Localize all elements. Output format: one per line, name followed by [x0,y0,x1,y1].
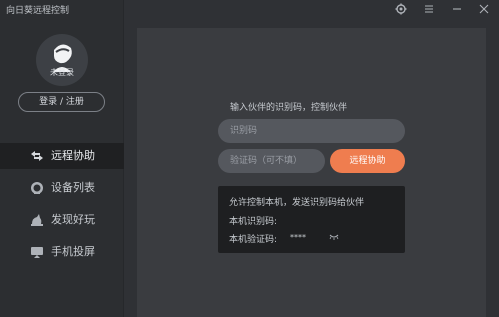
partner-id-prompt: 输入伙伴的识别码，控制伙伴 [230,103,348,113]
avatar-label: 未登录 [50,68,74,77]
settings-button[interactable] [394,2,408,16]
remote-assist-panel: 输入伙伴的识别码，控制伙伴 识别码 验证码（可不填） 远程协助 允许控制本机，发… [137,28,486,317]
minimize-button[interactable] [450,2,464,16]
avatar[interactable]: 未登录 [36,34,88,86]
sidebar-item-label: 设备列表 [51,181,95,194]
remote-assist-icon [31,151,43,161]
discover-icon [31,214,43,226]
sidebar-item-label: 发现好玩 [51,213,95,226]
sidebar-item-device-list[interactable]: 设备列表 [0,175,124,201]
local-id-label: 本机识别码: [229,217,278,227]
app-title: 向日葵远程控制 [6,6,70,16]
verification-code-input[interactable]: 验证码（可不填） [218,149,325,173]
sidebar-item-screen-cast[interactable]: 手机投屏 [0,239,124,265]
menu-icon [425,5,433,13]
local-code-value: **** [290,233,306,242]
remote-assist-button[interactable]: 远程协助 [330,149,405,173]
close-icon [479,4,489,14]
device-list-icon [31,182,43,194]
screen-cast-icon [31,247,43,258]
local-code-label: 本机验证码: [229,235,278,245]
sidebar-item-remote-assist[interactable]: 远程协助 [0,143,124,169]
sidebar: 向日葵远程控制 未登录 登录 / 注册 远程协助 设备列表 发现好玩 手机投屏 [0,0,124,317]
sidebar-item-label: 手机投屏 [51,245,95,258]
partner-id-input[interactable]: 识别码 [218,119,405,143]
minimize-icon [453,8,461,10]
sidebar-item-label: 远程协助 [51,149,95,162]
login-register-button[interactable]: 登录 / 注册 [18,92,105,112]
sidebar-item-discover[interactable]: 发现好玩 [0,207,124,233]
user-avatar-icon [53,44,72,72]
eye-closed-icon[interactable] [329,233,339,241]
menu-button[interactable] [422,2,436,16]
close-button[interactable] [477,2,491,16]
app-window: 向日葵远程控制 未登录 登录 / 注册 远程协助 设备列表 发现好玩 手机投屏 … [0,0,499,317]
local-info-box: 允许控制本机，发送识别码给伙伴 本机识别码: 本机验证码: **** [218,186,405,253]
allow-control-text: 允许控制本机，发送识别码给伙伴 [229,198,365,208]
gear-icon [395,3,407,15]
